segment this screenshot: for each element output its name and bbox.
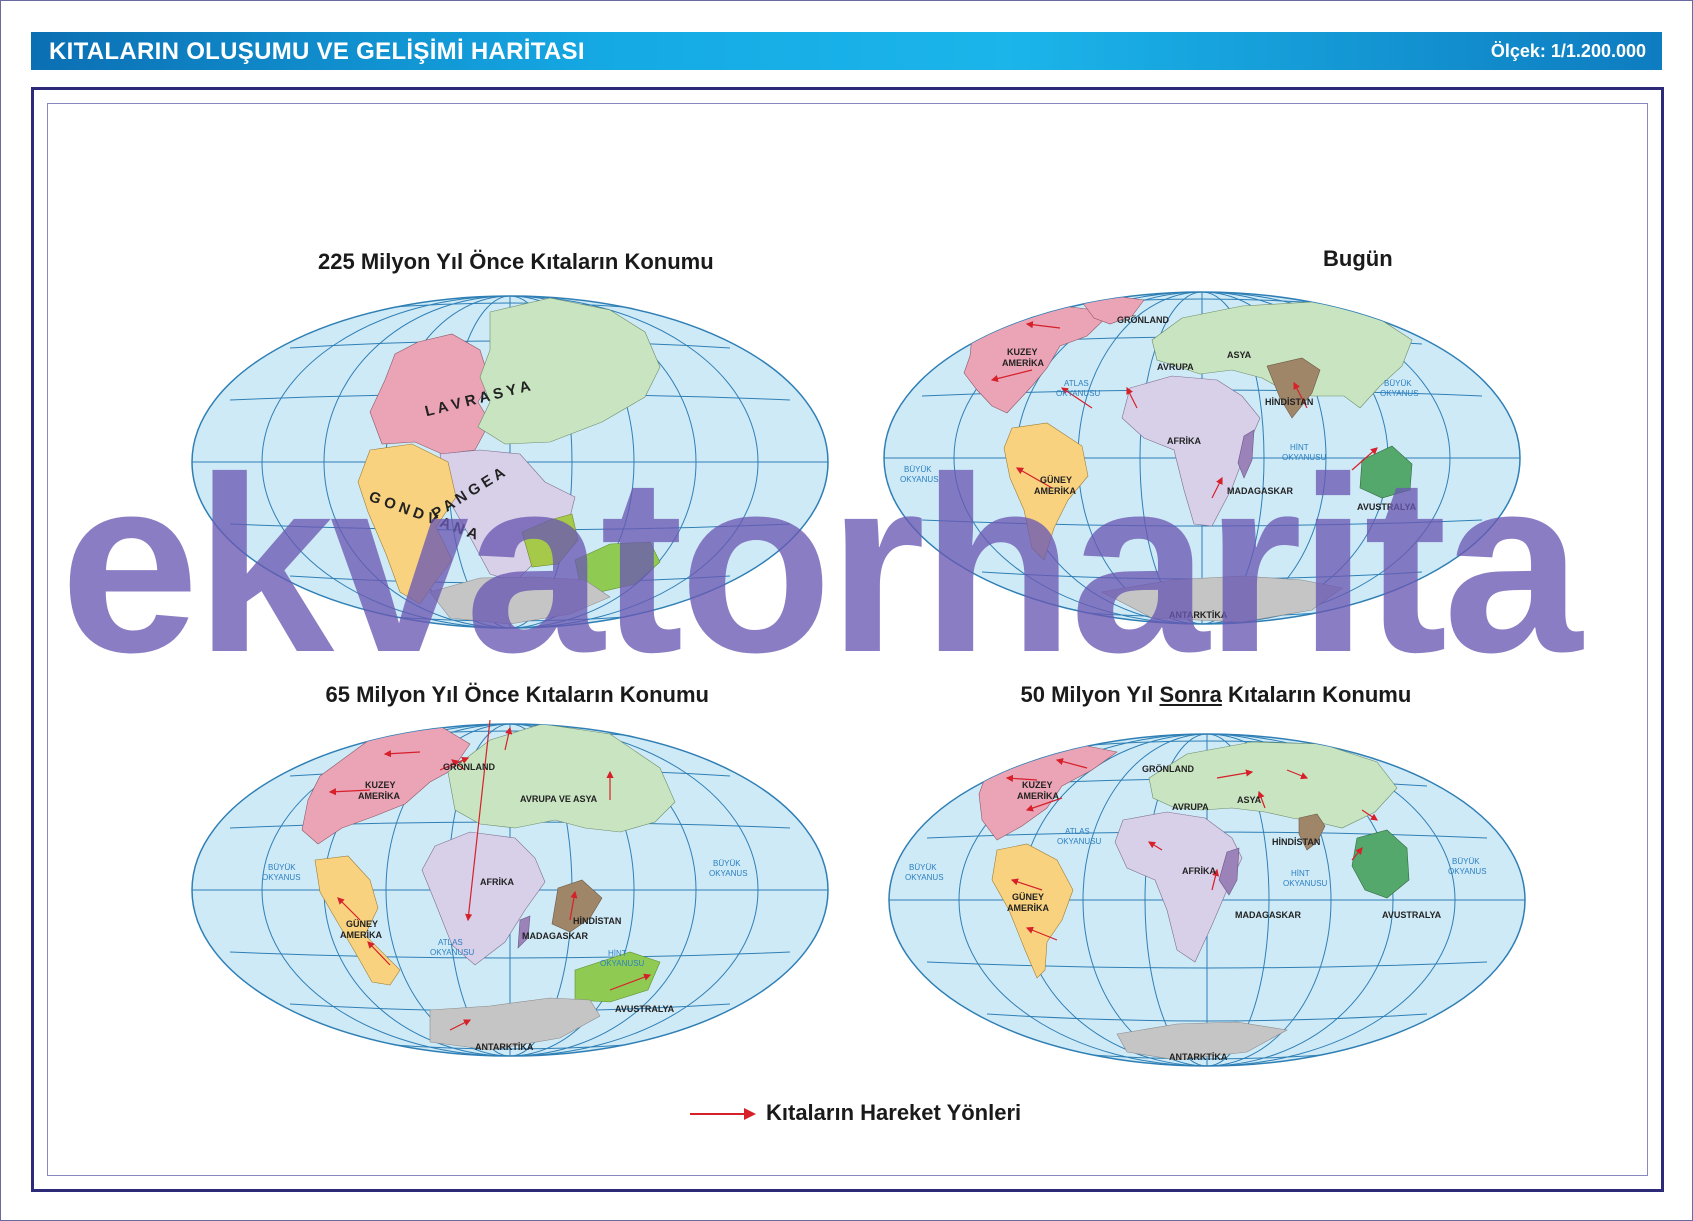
label-buyuk-r-future: BÜYÜK	[1452, 857, 1480, 866]
label-amerika-n-future: AMERİKA	[1017, 791, 1059, 801]
legend-arrow-icon	[690, 1108, 756, 1120]
label-amerika-s-65: AMERİKA	[340, 930, 382, 940]
label-guney-future: GÜNEY	[1012, 892, 1044, 902]
label-hint-okyanusu-65: OKYANUSU	[600, 959, 645, 968]
label-hint-65: HİNT	[608, 949, 627, 958]
label-hint-future: HİNT	[1291, 869, 1310, 878]
label-kuzey-future: KUZEY	[1022, 780, 1053, 790]
map-scale: Ölçek: 1/1.200.000	[1490, 41, 1646, 61]
label-amerika-n-today: AMERİKA	[1002, 358, 1044, 368]
label-atlas-65: ATLAS	[438, 938, 463, 947]
page-title: KITALARIN OLUŞUMU VE GELİŞİMİ HARİTASI	[49, 38, 585, 65]
label-antarktika-future: ANTARKTİKA	[1169, 1052, 1228, 1062]
label-okyanus-r-today: OKYANUS	[1380, 389, 1419, 398]
label-afrika-future: AFRİKA	[1182, 866, 1216, 876]
label-okyanus-l-65: OKYANUS	[262, 873, 301, 882]
header-bar: KITALARIN OLUŞUMU VE GELİŞİMİ HARİTASI Ö…	[31, 32, 1662, 70]
label-okyanus-r-future: OKYANUS	[1448, 867, 1487, 876]
label-atlas-okyanusu-65: OKYANUSU	[430, 948, 475, 957]
label-avrupa-asya-65: AVRUPA VE ASYA	[520, 794, 598, 804]
label-atlas-future: ATLAS	[1065, 827, 1090, 836]
watermark: ekvatorharita	[60, 425, 1582, 704]
label-afrika-65: AFRİKA	[480, 877, 514, 887]
label-avustralya-65: AVUSTRALYA	[615, 1004, 675, 1014]
label-kuzey-65: KUZEY	[365, 780, 396, 790]
label-hindistan-65: HİNDİSTAN	[573, 916, 621, 926]
label-gronland-65: GRÖNLAND	[443, 762, 495, 772]
label-gronland-today: GRÖNLAND	[1117, 315, 1169, 325]
label-hindistan-today: HİNDİSTAN	[1265, 397, 1313, 407]
label-amerika-n-65: AMERİKA	[358, 791, 400, 801]
label-atlas-okyanusu-future: OKYANUSU	[1057, 837, 1102, 846]
label-buyuk-r-today: BÜYÜK	[1384, 379, 1412, 388]
label-buyuk-r-65: BÜYÜK	[713, 859, 741, 868]
label-hint-okyanusu-future: OKYANUSU	[1283, 879, 1328, 888]
label-guney-65: GÜNEY	[346, 919, 378, 929]
label-gronland-future: GRÖNLAND	[1142, 764, 1194, 774]
label-avustralya-future: AVUSTRALYA	[1382, 910, 1442, 920]
label-madagaskar-65: MADAGASKAR	[522, 931, 588, 941]
label-antarktika-65: ANTARKTİKA	[475, 1042, 534, 1052]
label-madagaskar-future: MADAGASKAR	[1235, 910, 1301, 920]
label-kuzey-today: KUZEY	[1007, 347, 1038, 357]
label-buyuk-l-future: BÜYÜK	[909, 863, 937, 872]
label-avrupa-today: AVRUPA	[1157, 362, 1194, 372]
label-hindistan-future: HİNDİSTAN	[1272, 837, 1320, 847]
map-title-today: Bugün	[1323, 246, 1393, 271]
label-atlas-today: ATLAS	[1064, 379, 1089, 388]
label-amerika-s-future: AMERİKA	[1007, 903, 1049, 913]
label-okyanus-r-65: OKYANUS	[709, 869, 748, 878]
label-avrupa-future: AVRUPA	[1172, 802, 1209, 812]
legend-label: Kıtaların Hareket Yönleri	[766, 1100, 1022, 1125]
globe-65-million-years: GRÖNLAND KUZEY AMERİKA AVRUPA VE ASYA BÜ…	[191, 720, 829, 1057]
label-okyanus-l-future: OKYANUS	[905, 873, 944, 882]
label-asya-future: ASYA	[1237, 795, 1262, 805]
label-asya-today: ASYA	[1227, 350, 1252, 360]
globe-50-million-years-later: GRÖNLAND KUZEY AMERİKA ASYA AVRUPA ATLAS…	[888, 733, 1526, 1067]
label-buyuk-l-65: BÜYÜK	[268, 863, 296, 872]
map-title-225: 225 Milyon Yıl Önce Kıtaların Konumu	[318, 249, 714, 274]
label-atlas-okyanusu-today: OKYANUSU	[1056, 389, 1101, 398]
